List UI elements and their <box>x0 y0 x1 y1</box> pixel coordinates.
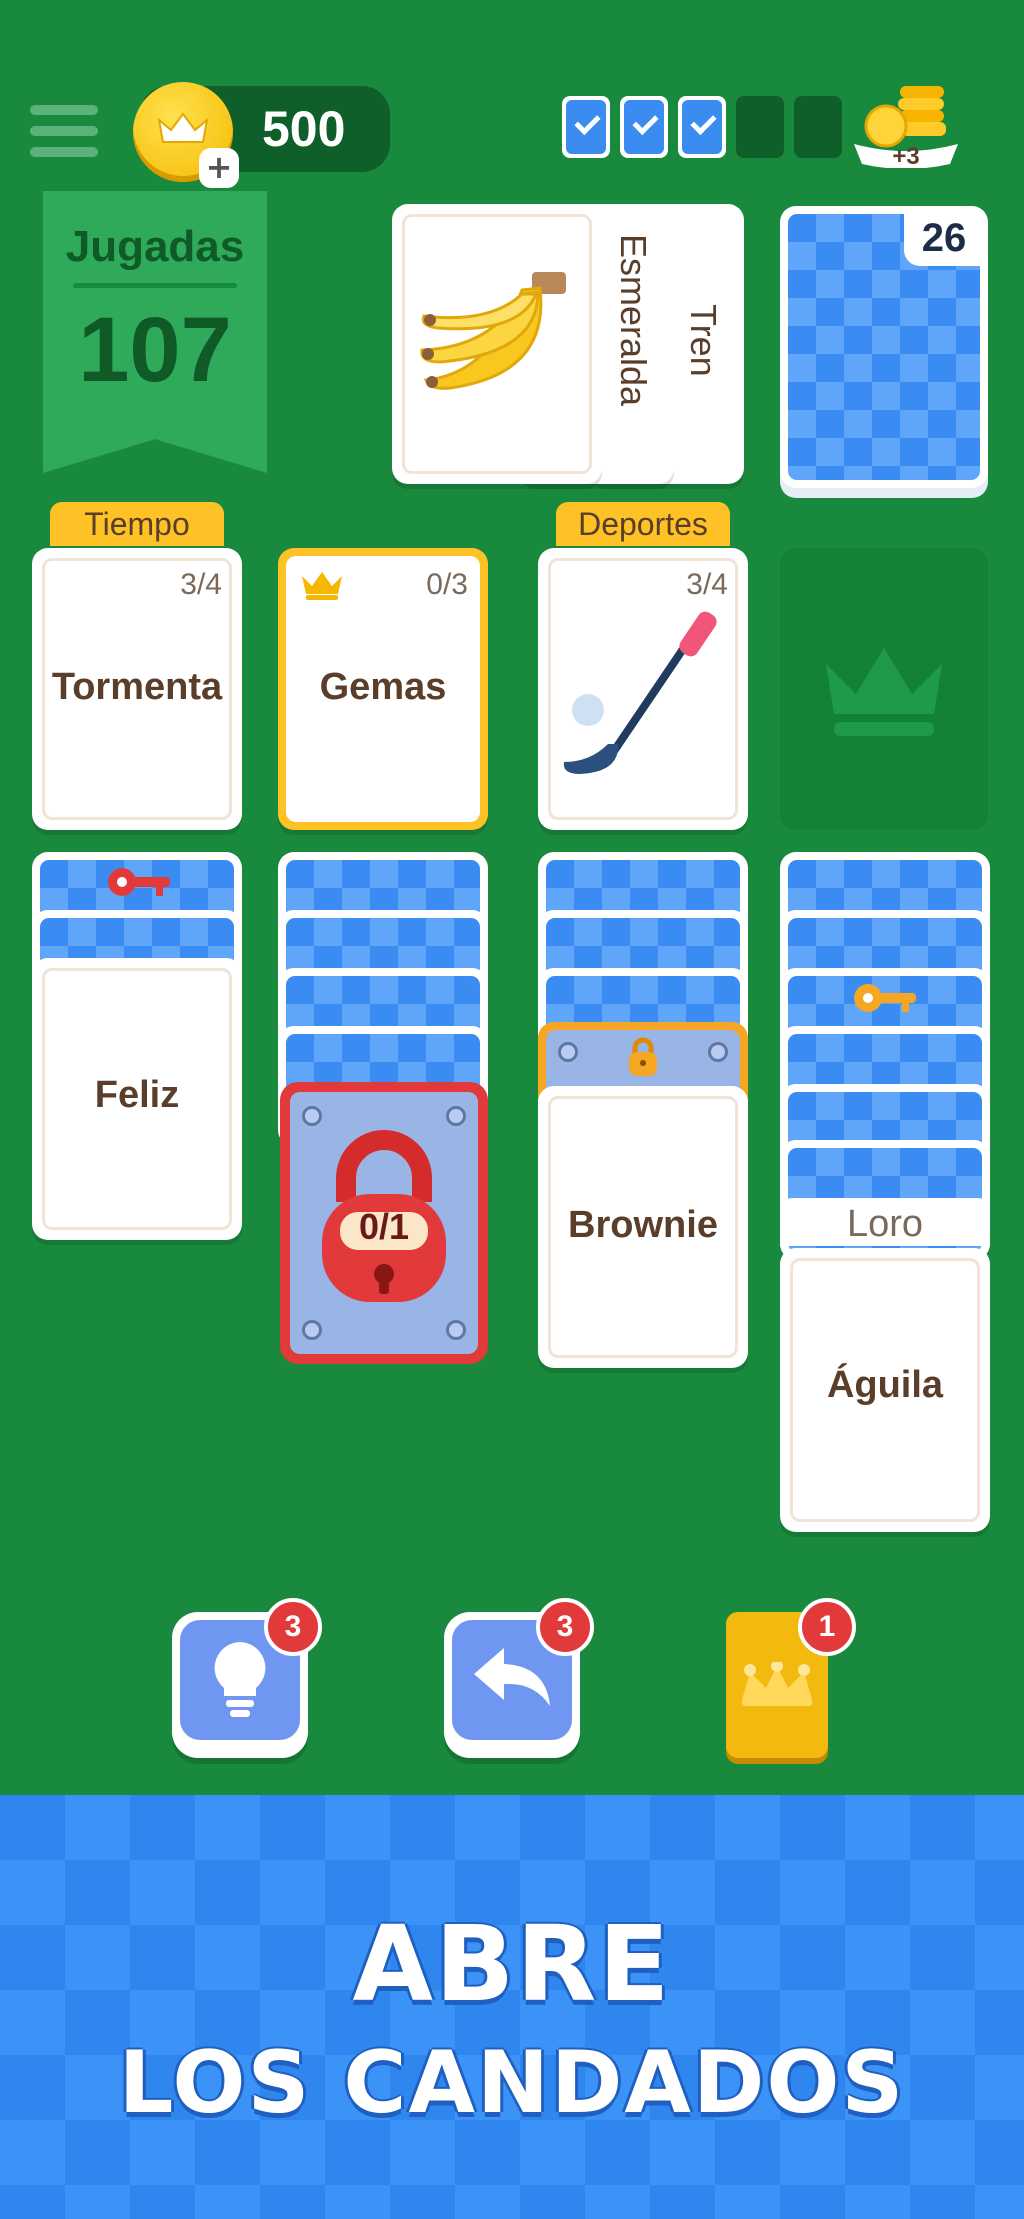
key-icon <box>108 868 170 896</box>
game-board: + 500 +3 Jugadas 107 Tren Esmeralda 26 T… <box>0 0 1024 1795</box>
category-tag: Tiempo <box>50 502 224 546</box>
streak-day-checked <box>562 96 610 158</box>
key-icon <box>854 984 916 1012</box>
screw-icon <box>446 1106 466 1126</box>
screw-icon <box>708 1042 728 1062</box>
jester-hat-icon <box>742 1662 812 1706</box>
banner-line-1: ABRE <box>352 1903 672 2025</box>
moves-title: Jugadas <box>65 222 245 271</box>
joker-card-button[interactable]: 1 <box>726 1598 856 1758</box>
foundation-progress: 3/4 <box>686 568 728 601</box>
undo-count-badge: 3 <box>536 1598 594 1656</box>
checkmark-icon <box>682 100 722 154</box>
tableau-card[interactable]: Feliz <box>32 958 242 1240</box>
golf-club-icon <box>563 611 717 774</box>
foundation-name: Gemas <box>319 666 447 708</box>
stock-pile[interactable]: 26 <box>780 206 988 488</box>
category-tag: Deportes <box>556 502 730 546</box>
card-label: Brownie <box>568 1204 718 1246</box>
foundation-slot-1[interactable]: 3/4 Tormenta <box>32 548 242 830</box>
ribbon-divider <box>73 283 237 288</box>
screw-icon <box>446 1320 466 1340</box>
foundation-slot-3[interactable]: 3/4 <box>538 548 748 830</box>
tableau-card[interactable]: Águila <box>780 1248 990 1532</box>
card-tab: Loro <box>780 1198 990 1246</box>
coin-stack-reward-icon[interactable]: +3 <box>850 80 962 168</box>
checkmark-icon <box>624 100 664 154</box>
waste-card-label: Tren <box>683 304 724 377</box>
card-label: Feliz <box>94 1074 180 1116</box>
reward-label: +3 <box>892 143 919 168</box>
menu-button[interactable] <box>30 105 98 159</box>
crown-icon <box>826 648 942 736</box>
card-label: Águila <box>826 1364 944 1406</box>
coin-icon[interactable]: + <box>133 82 239 188</box>
screw-icon <box>302 1106 322 1126</box>
lock-counter: 0/1 <box>358 1206 410 1247</box>
locked-card[interactable]: 0/1 <box>280 1082 488 1364</box>
stock-count: 26 <box>904 210 984 266</box>
foundation-progress: 3/4 <box>180 568 222 601</box>
foundation-slot-empty[interactable] <box>780 548 988 830</box>
waste-card-label: Esmeralda <box>613 234 654 407</box>
checkmark-icon <box>566 100 606 154</box>
banana-icon <box>420 272 566 390</box>
coin-count: 500 <box>262 101 346 157</box>
undo-arrow-icon <box>474 1648 550 1706</box>
promo-banner: ABRE LOS CANDADOS <box>0 1795 1024 2219</box>
add-coins-button[interactable]: + <box>199 148 239 188</box>
undo-button[interactable]: 3 <box>444 1598 594 1758</box>
streak-day-empty <box>794 96 842 158</box>
crown-icon <box>302 572 342 600</box>
padlock-icon <box>629 1037 657 1076</box>
menu-icon-bar <box>30 105 98 115</box>
crown-icon <box>157 112 209 143</box>
streak-day-empty <box>736 96 784 158</box>
foundation-slot-2[interactable]: 0/3 Gemas <box>278 548 488 830</box>
banner-line-2: LOS CANDADOS <box>118 2033 906 2133</box>
hint-count-badge: 3 <box>264 1598 322 1656</box>
lightbulb-icon <box>214 1642 266 1717</box>
streak-day-checked <box>678 96 726 158</box>
streak-day-checked <box>620 96 668 158</box>
moves-count: 107 <box>78 299 232 401</box>
waste-top-card[interactable] <box>392 204 602 484</box>
screw-icon <box>302 1320 322 1340</box>
joker-count-badge: 1 <box>798 1598 856 1656</box>
tableau-card[interactable]: Brownie <box>538 1086 748 1368</box>
screw-icon <box>558 1042 578 1062</box>
foundation-name: Tormenta <box>51 666 223 708</box>
foundation-progress: 0/3 <box>426 568 468 601</box>
hint-button[interactable]: 3 <box>172 1598 322 1758</box>
